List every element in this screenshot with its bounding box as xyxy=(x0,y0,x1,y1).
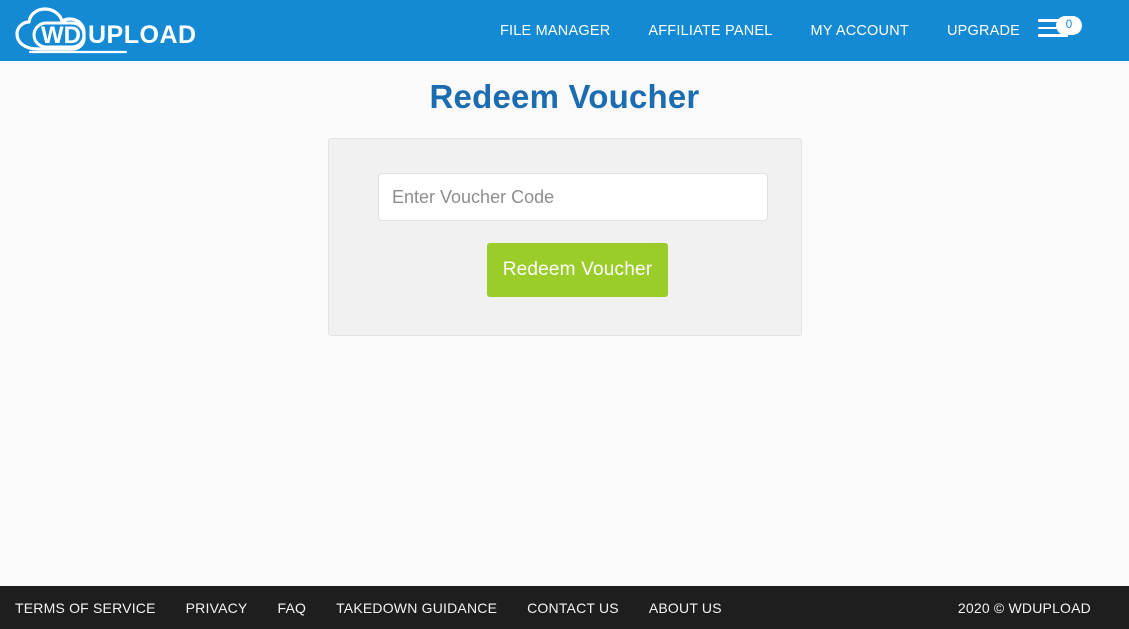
main-navigation: FILE MANAGER AFFILIATE PANEL MY ACCOUNT … xyxy=(500,0,1020,61)
footer-terms-of-service[interactable]: TERMS OF SERVICE xyxy=(15,600,156,616)
voucher-code-input[interactable] xyxy=(378,173,768,221)
svg-text:UPLOAD: UPLOAD xyxy=(88,21,197,49)
page-title: Redeem Voucher xyxy=(429,78,700,115)
nav-file-manager[interactable]: FILE MANAGER xyxy=(500,17,610,45)
menu-badge-count: 0 xyxy=(1056,16,1082,35)
nav-affiliate-panel[interactable]: AFFILIATE PANEL xyxy=(648,17,772,45)
footer-takedown-guidance[interactable]: TAKEDOWN GUIDANCE xyxy=(336,600,497,616)
footer-faq[interactable]: FAQ xyxy=(277,600,306,616)
wdupload-logo[interactable]: WD UPLOAD xyxy=(8,5,200,55)
redeem-voucher-panel: Redeem Voucher xyxy=(328,138,802,336)
footer-privacy[interactable]: PRIVACY xyxy=(186,600,248,616)
site-header: WD UPLOAD FILE MANAGER AFFILIATE PANEL M… xyxy=(0,0,1129,61)
redeem-voucher-button[interactable]: Redeem Voucher xyxy=(487,243,668,297)
nav-my-account[interactable]: MY ACCOUNT xyxy=(811,17,909,45)
footer-about-us[interactable]: ABOUT US xyxy=(649,600,722,616)
footer-contact-us[interactable]: CONTACT US xyxy=(527,600,619,616)
hamburger-menu-button[interactable]: 0 xyxy=(1038,13,1088,43)
site-footer: TERMS OF SERVICE PRIVACY FAQ TAKEDOWN GU… xyxy=(0,586,1129,629)
nav-upgrade[interactable]: UPGRADE xyxy=(947,17,1020,45)
footer-navigation: TERMS OF SERVICE PRIVACY FAQ TAKEDOWN GU… xyxy=(15,586,722,629)
footer-copyright: 2020 © WDUPLOAD xyxy=(957,599,1091,616)
svg-text:WD: WD xyxy=(41,22,81,49)
